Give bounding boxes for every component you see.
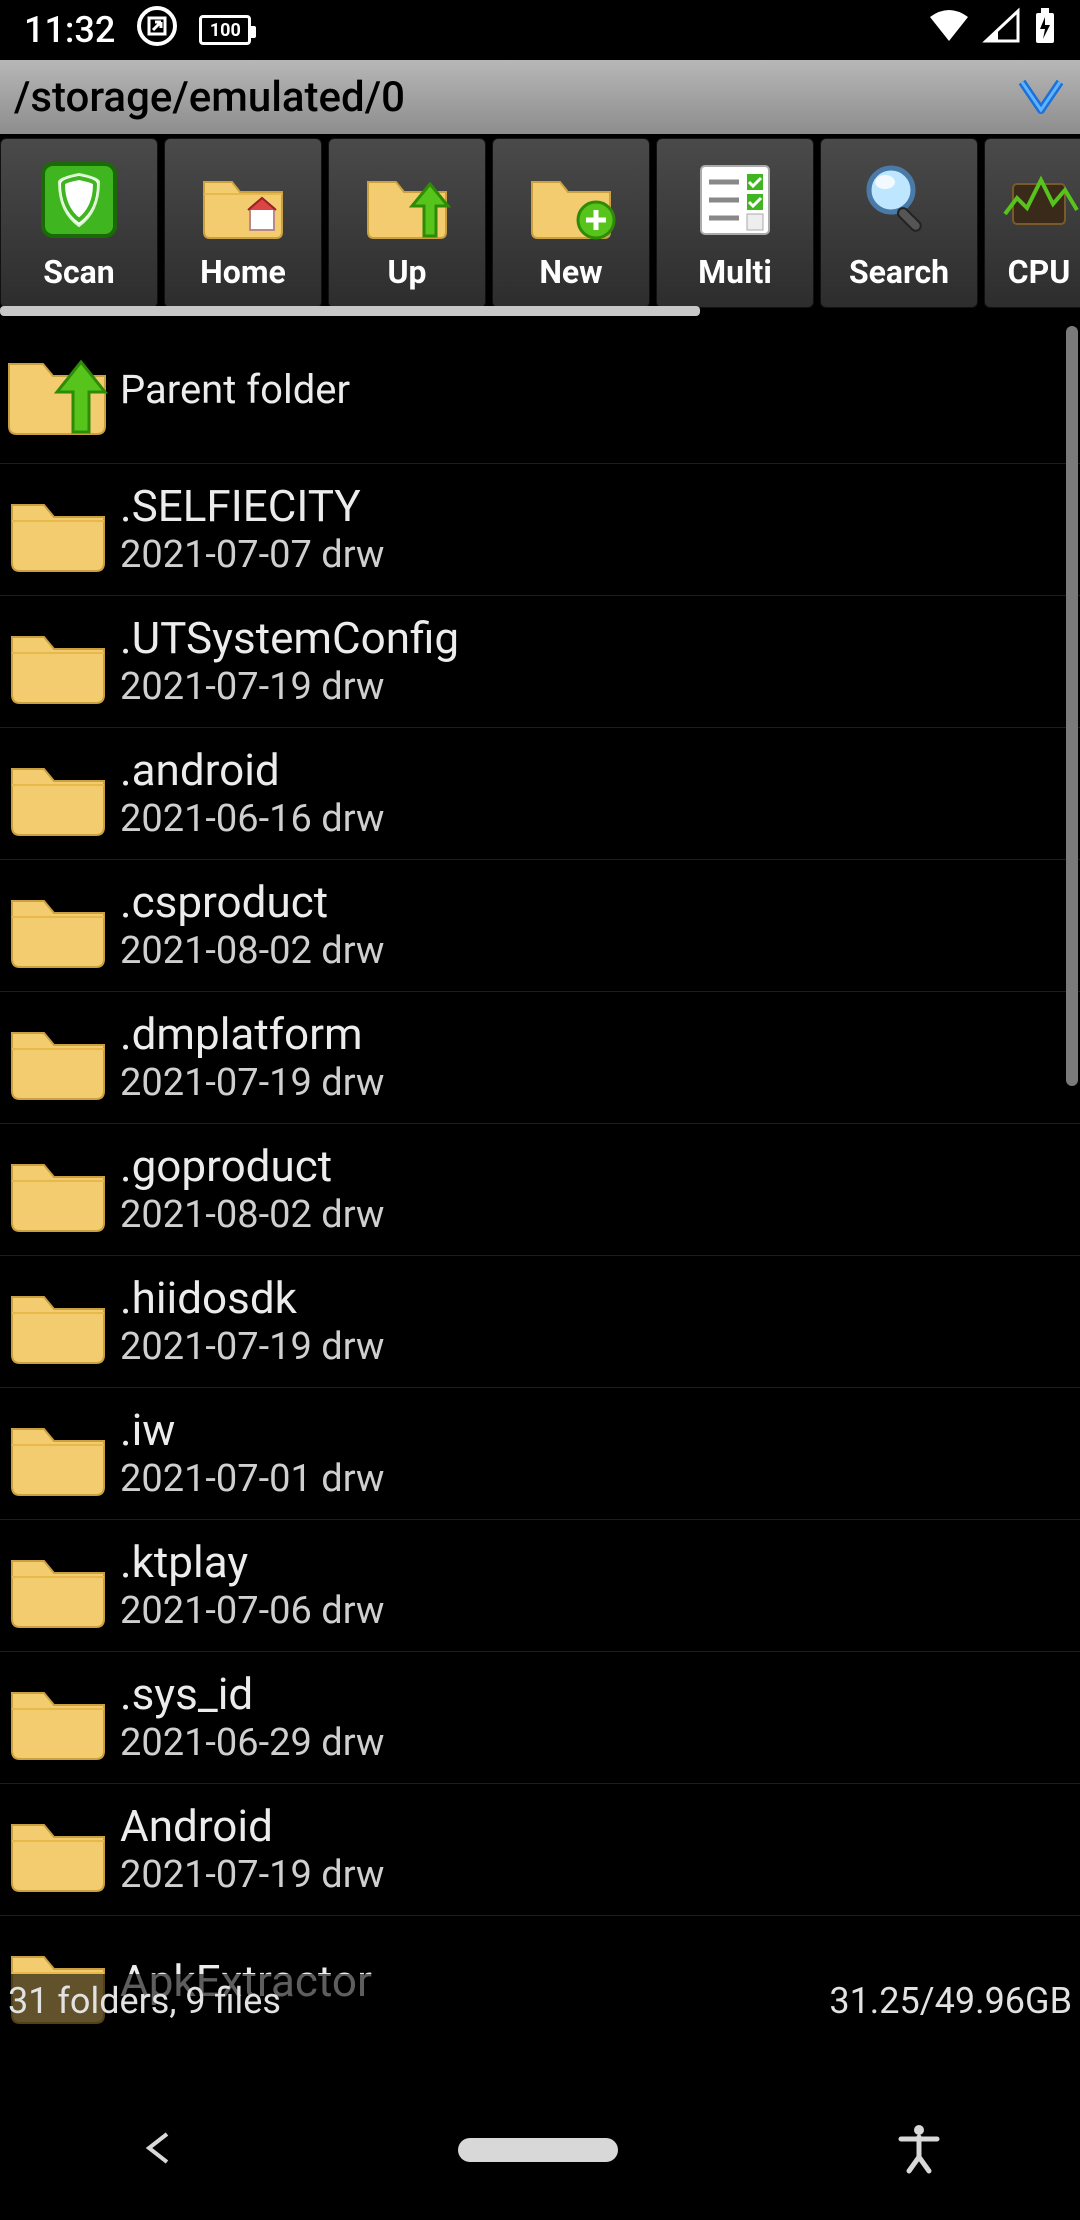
folder-icon <box>2 1794 114 1906</box>
folder-meta: 2021-08-02 drw <box>120 1193 384 1237</box>
folder-meta: 2021-07-06 drw <box>120 1589 384 1633</box>
folder-icon <box>2 474 114 586</box>
storage-usage: 31.25/49.96GB <box>829 1980 1072 2022</box>
folder-row[interactable]: .SELFIECITY 2021-07-07 drw <box>0 464 1080 596</box>
battery-100-icon: 100 <box>199 15 251 45</box>
shield-scan-icon <box>34 155 124 245</box>
new-label: New <box>539 253 602 291</box>
scrollbar[interactable] <box>1066 326 1078 1086</box>
folder-name: .goproduct <box>120 1142 384 1190</box>
accessibility-icon[interactable] <box>897 2123 941 2177</box>
folder-meta: 2021-07-01 drw <box>120 1457 384 1501</box>
cell-signal-icon <box>984 9 1020 52</box>
folder-name: .iw <box>120 1406 384 1454</box>
cpu-icon <box>994 155 1080 245</box>
folder-row[interactable]: .iw 2021-07-01 drw <box>0 1388 1080 1520</box>
search-icon <box>854 155 944 245</box>
folder-row[interactable]: Android 2021-07-19 drw <box>0 1784 1080 1916</box>
up-button[interactable]: Up <box>328 138 486 308</box>
home-folder-icon <box>198 155 288 245</box>
folder-icon <box>2 1134 114 1246</box>
cpu-button[interactable]: CPU <box>984 138 1080 308</box>
folder-count: 31 folders, 9 files <box>8 1980 281 2022</box>
folder-meta: 2021-07-19 drw <box>120 1325 384 1369</box>
folder-icon <box>2 1002 114 1114</box>
folder-name: Android <box>120 1802 384 1850</box>
folder-name: .csproduct <box>120 878 384 926</box>
folder-meta: 2021-07-19 drw <box>120 665 459 709</box>
folder-name: .UTSystemConfig <box>120 614 459 662</box>
back-icon[interactable] <box>139 2128 179 2172</box>
folder-row[interactable]: .goproduct 2021-08-02 drw <box>0 1124 1080 1256</box>
folder-row[interactable]: .android 2021-06-16 drw <box>0 728 1080 860</box>
folder-icon <box>2 606 114 718</box>
up-folder-icon <box>362 155 452 245</box>
path-bar[interactable]: /storage/emulated/0 <box>0 60 1080 134</box>
multi-select-icon <box>690 155 780 245</box>
toolbar[interactable]: Scan Home Up New Multi Search CP <box>0 134 1080 316</box>
parent-folder-label: Parent folder <box>120 368 350 412</box>
folder-name: .SELFIECITY <box>120 482 384 530</box>
folder-meta: 2021-07-07 drw <box>120 533 384 577</box>
multi-label: Multi <box>698 253 772 291</box>
folder-icon <box>2 1662 114 1774</box>
folder-row[interactable]: .dmplatform 2021-07-19 drw <box>0 992 1080 1124</box>
cpu-label: CPU <box>1008 253 1071 291</box>
parent-folder-icon <box>2 334 114 446</box>
folder-name: .sys_id <box>120 1670 384 1718</box>
parent-folder-row[interactable]: Parent folder <box>0 316 1080 464</box>
file-list[interactable]: Parent folder .SELFIECITY 2021-07-07 drw… <box>0 316 1080 2042</box>
android-nav-bar <box>0 2080 1080 2220</box>
multi-button[interactable]: Multi <box>656 138 814 308</box>
dropdown-chevron-icon[interactable] <box>1016 70 1066 124</box>
folder-name: .ktplay <box>120 1538 384 1586</box>
wifi-icon <box>928 9 970 52</box>
status-app-icon <box>137 6 177 55</box>
folder-row[interactable]: .UTSystemConfig 2021-07-19 drw <box>0 596 1080 728</box>
status-footer: 31 folders, 9 files 31.25/49.96GB <box>0 1974 1080 2028</box>
home-pill[interactable] <box>458 2138 618 2162</box>
search-label: Search <box>849 253 949 291</box>
search-button[interactable]: Search <box>820 138 978 308</box>
folder-icon <box>2 1266 114 1378</box>
new-folder-icon <box>526 155 616 245</box>
folder-meta: 2021-08-02 drw <box>120 929 384 973</box>
folder-name: .hiidosdk <box>120 1274 384 1322</box>
folder-icon <box>2 738 114 850</box>
folder-icon <box>2 1530 114 1642</box>
folder-icon <box>2 1398 114 1510</box>
folder-meta: 2021-07-19 drw <box>120 1061 384 1105</box>
folder-name: .android <box>120 746 384 794</box>
folder-name: .dmplatform <box>120 1010 384 1058</box>
current-path: /storage/emulated/0 <box>14 73 405 122</box>
folder-row[interactable]: .hiidosdk 2021-07-19 drw <box>0 1256 1080 1388</box>
home-button[interactable]: Home <box>164 138 322 308</box>
folder-meta: 2021-06-29 drw <box>120 1721 384 1765</box>
scan-label: Scan <box>43 253 114 291</box>
home-label: Home <box>200 253 286 291</box>
folder-meta: 2021-07-19 drw <box>120 1853 384 1897</box>
folder-row[interactable]: .csproduct 2021-08-02 drw <box>0 860 1080 992</box>
folder-meta: 2021-06-16 drw <box>120 797 384 841</box>
status-clock: 11:32 <box>24 9 115 51</box>
android-status-bar: 11:32 100 <box>0 0 1080 60</box>
battery-charging-icon <box>1034 7 1056 54</box>
scan-button[interactable]: Scan <box>0 138 158 308</box>
new-button[interactable]: New <box>492 138 650 308</box>
folder-icon <box>2 870 114 982</box>
folder-row[interactable]: .ktplay 2021-07-06 drw <box>0 1520 1080 1652</box>
folder-row[interactable]: .sys_id 2021-06-29 drw <box>0 1652 1080 1784</box>
up-label: Up <box>387 253 426 291</box>
